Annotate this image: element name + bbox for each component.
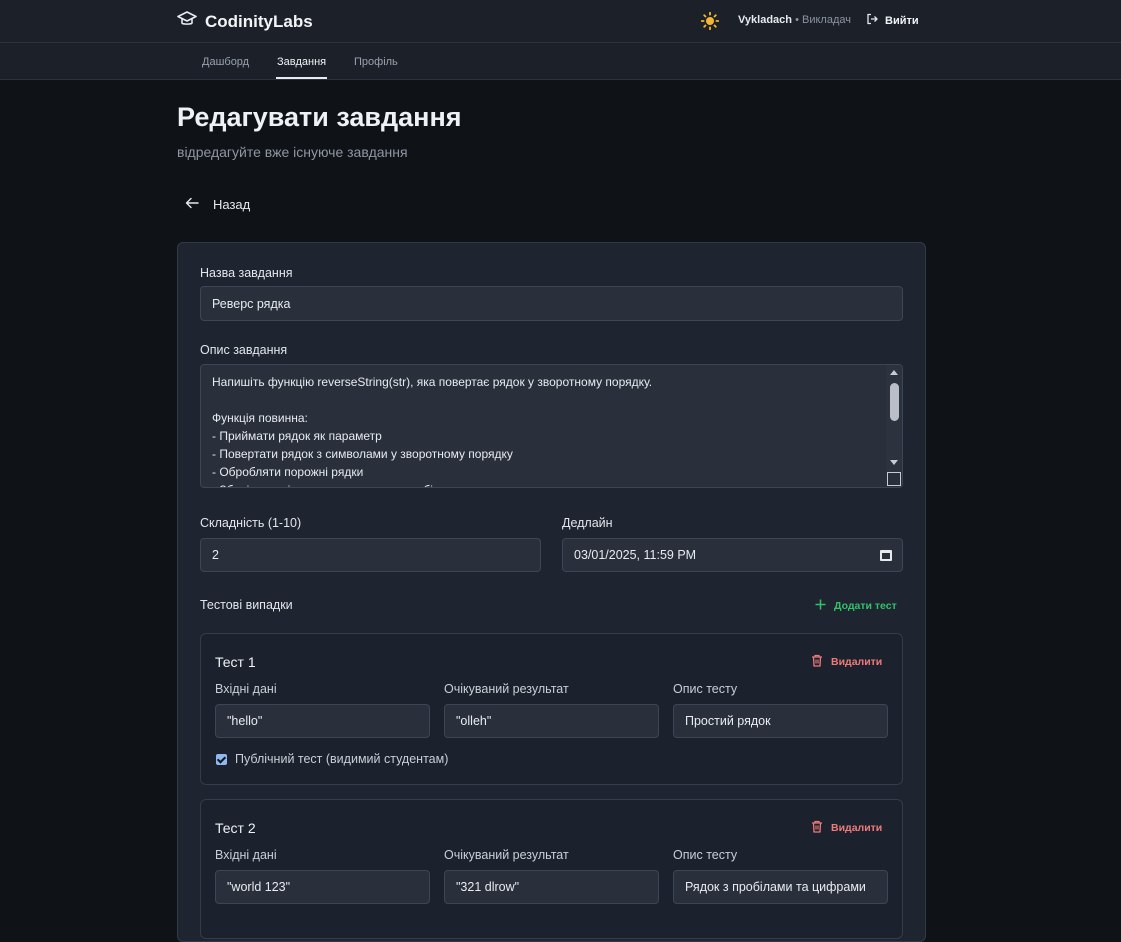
test-description-field[interactable]: Рядок з пробілами та цифрами (673, 870, 888, 904)
scrollbar-thumb[interactable] (890, 383, 899, 421)
top-bar: CodinityLabs Vykladach • Викладач Вийти (0, 0, 1121, 43)
deadline-label: Дедлайн (562, 516, 613, 530)
page-subtitle: відредагуйте вже існуюче завдання (177, 144, 408, 160)
description-scrollbar[interactable] (886, 365, 902, 472)
tab-profile[interactable]: Профіль (354, 56, 398, 68)
task-name-input[interactable]: Реверс рядка (200, 286, 903, 321)
tab-tasks[interactable]: Завдання (277, 56, 326, 68)
logout-icon (866, 13, 878, 28)
scroll-up-icon[interactable] (890, 370, 898, 375)
logout-label: Вийти (885, 14, 919, 27)
difficulty-input[interactable]: 2 (200, 538, 541, 572)
user-name: Vykladach (738, 14, 793, 26)
difficulty-label: Складність (1-10) (200, 516, 302, 530)
graduation-cap-icon (177, 11, 197, 32)
user-role: • Викладач (795, 14, 851, 26)
test-input-label: Вхідні дані (215, 682, 277, 696)
delete-test-button[interactable]: Видалити (811, 820, 882, 836)
test-expected-label: Очікуваний результат (444, 682, 569, 696)
deadline-input[interactable]: 03/01/2025, 11:59 PM (562, 538, 903, 572)
plus-icon (815, 599, 826, 613)
brand-name: CodinityLabs (205, 11, 313, 31)
active-tab-indicator (276, 77, 327, 79)
arrow-left-icon (185, 197, 199, 212)
test-description-label: Опис тесту (673, 682, 738, 696)
test-expected-field[interactable]: "olleh" (444, 704, 659, 738)
test-expected-field[interactable]: "321 dlrow" (444, 870, 659, 904)
task-description-text: Напишіть функцію reverseString(str), яка… (212, 375, 653, 487)
main-nav: Дашборд Завдання Профіль (0, 43, 1121, 80)
delete-test-button[interactable]: Видалити (811, 654, 882, 670)
deadline-value: 03/01/2025, 11:59 PM (574, 548, 697, 562)
tab-dashboard[interactable]: Дашборд (202, 56, 249, 68)
public-test-toggle[interactable]: Публічний тест (видимий студентам) (216, 752, 448, 766)
trash-icon (811, 654, 823, 670)
public-test-label: Публічний тест (видимий студентам) (235, 752, 449, 766)
test-input-label: Вхідні дані (215, 848, 277, 862)
page-title: Редагувати завдання (177, 102, 462, 132)
user-info: Vykladach • Викладач (738, 14, 851, 26)
add-test-button[interactable]: Додати тест (815, 599, 897, 613)
trash-icon (811, 820, 823, 836)
test-case-card: Тест 1 Видалити Вхідні дані Очікуваний р… (200, 633, 903, 785)
test-description-field[interactable]: Простий рядок (673, 704, 888, 738)
test-case-card: Тест 2 Видалити Вхідні дані Очікуваний р… (200, 799, 903, 939)
calendar-icon[interactable] (880, 550, 892, 561)
test-input-field[interactable]: "world 123" (215, 870, 430, 904)
resize-handle-icon[interactable] (887, 472, 901, 486)
test-title: Тест 1 (215, 654, 256, 670)
test-title: Тест 2 (215, 820, 256, 836)
task-name-label: Назва завдання (200, 266, 293, 280)
test-input-field[interactable]: "hello" (215, 704, 430, 738)
back-button[interactable]: Назад (185, 197, 250, 212)
test-expected-label: Очікуваний результат (444, 848, 569, 862)
delete-label: Видалити (831, 656, 883, 668)
back-label: Назад (213, 197, 251, 212)
brand-logo[interactable]: CodinityLabs (177, 11, 313, 32)
sun-icon[interactable] (700, 11, 720, 31)
test-description-label: Опис тесту (673, 848, 738, 862)
logout-button[interactable]: Вийти (866, 13, 919, 28)
public-test-checkbox[interactable] (216, 753, 227, 765)
scroll-down-icon[interactable] (890, 460, 898, 465)
task-description-textarea[interactable]: Напишіть функцію reverseString(str), яка… (200, 364, 903, 488)
add-test-label: Додати тест (834, 600, 897, 612)
tests-section-label: Тестові випадки (200, 598, 293, 612)
task-description-label: Опис завдання (200, 343, 288, 357)
delete-label: Видалити (831, 822, 883, 834)
